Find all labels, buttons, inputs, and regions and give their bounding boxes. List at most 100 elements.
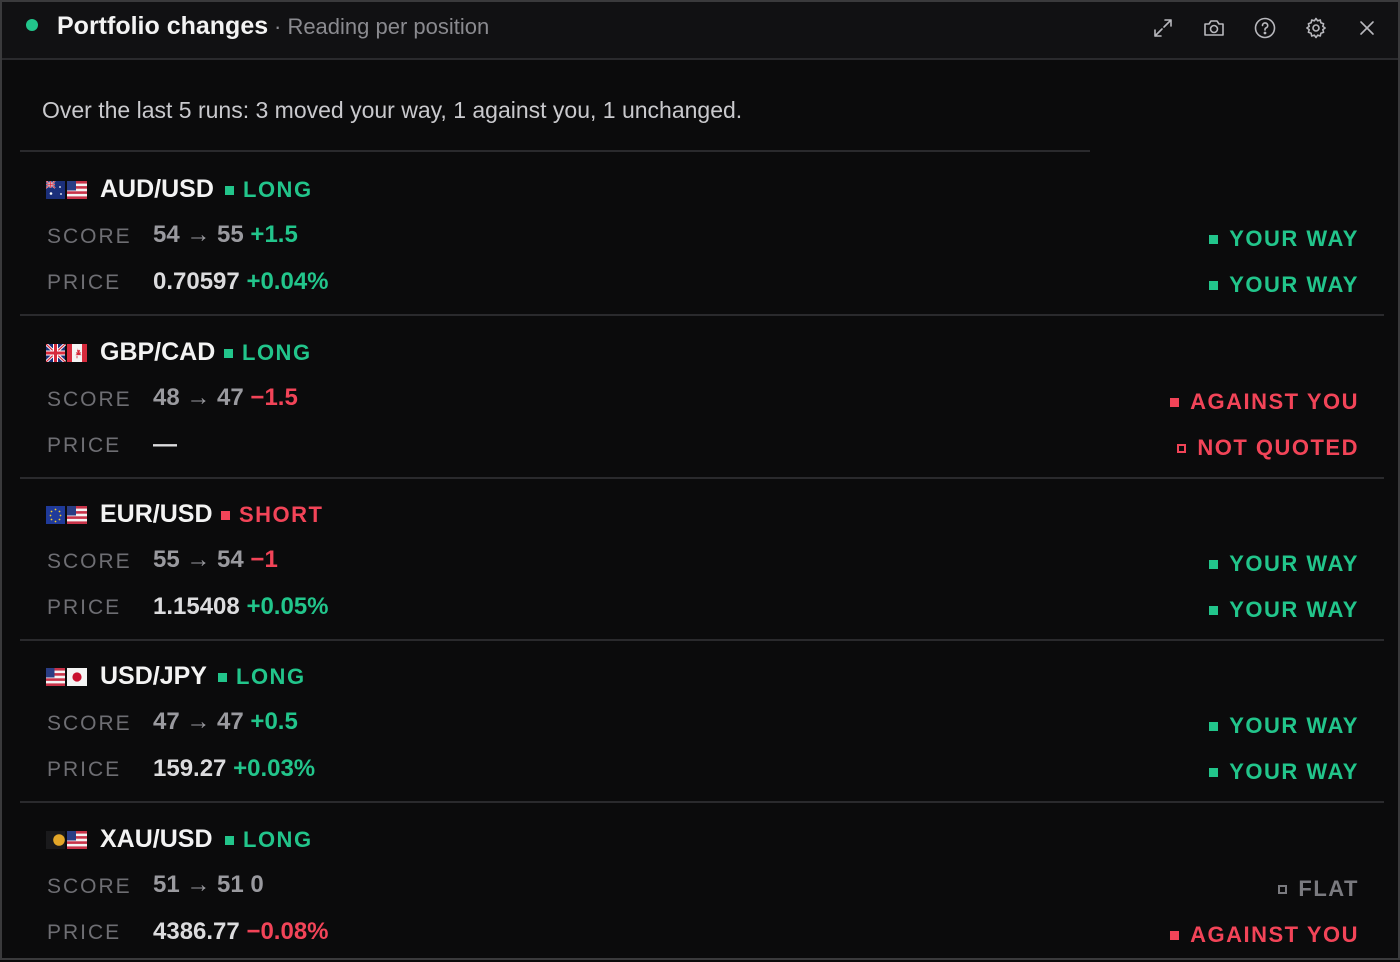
status-dot [26,19,38,31]
portfolio-changes-window: Portfolio changes · Reading per position… [0,0,1400,960]
position-card-eur-usd: EUR/USD SHORT SCORE 55 → 54 −1 PRICE 1.1… [20,479,1384,641]
pair-name: AUD/USD [100,175,214,203]
title-bar: Portfolio changes · Reading per position [2,2,1398,60]
verdict-square-icon [1170,397,1180,407]
score-label: SCORE [47,712,132,735]
verdict-label: YOUR WAY [1229,713,1359,738]
flag-xau-us-icon [46,831,87,849]
price-change: −0.08% [246,918,329,945]
price-verdict: YOUR WAY [1209,269,1359,301]
arrow-right-icon: → [186,871,211,898]
price-change: +0.04% [246,268,329,295]
position-card-aud-usd: AUD/USD LONG SCORE 54 → 55 +1.5 PRICE 0.… [20,154,1384,316]
score-delta: +0.5 [250,708,298,735]
verdict-square-icon [1209,559,1219,569]
flag-au-us-icon [46,181,87,199]
divider [20,314,1384,316]
direction-badge: LONG [218,661,306,693]
price-label: PRICE [47,271,122,294]
divider [20,150,1090,152]
direction-square-icon [218,672,227,682]
score-delta: −1.5 [250,384,298,411]
pair-name: USD/JPY [100,662,207,690]
verdict-square-icon [1170,930,1180,940]
score-verdict: YOUR WAY [1209,223,1359,255]
position-card-gbp-cad: GBP/CAD LONG SCORE 48 → 47 −1.5 PRICE — … [20,317,1384,479]
score-to: 47 [217,708,244,735]
verdict-label: YOUR WAY [1229,597,1359,622]
score-to: 47 [217,384,244,411]
score-delta: 0 [250,871,264,898]
direction-badge: SHORT [221,499,324,531]
price-number: 1.15408 [153,593,240,620]
score-from: 54 [153,221,180,248]
score-delta: −1 [250,546,278,573]
pair-name: GBP/CAD [100,338,216,366]
arrow-right-icon: → [186,384,211,411]
verdict-square-icon [1209,280,1219,290]
direction-label: LONG [242,340,312,365]
direction-badge: LONG [225,174,313,206]
direction-label: SHORT [239,502,324,527]
verdict-square-icon [1209,767,1219,777]
help-icon[interactable] [1249,12,1281,44]
price-label: PRICE [47,758,122,781]
price-change: +0.05% [246,593,329,620]
flag-gb-ca-icon [46,344,87,362]
score-value: 55 → 54 −1 [153,544,278,576]
price-number: — [153,431,177,458]
price-value: 4386.77 −0.08% [153,916,329,948]
price-verdict: YOUR WAY [1209,594,1359,626]
pair-name: XAU/USD [100,825,213,853]
close-icon[interactable] [1351,12,1383,44]
expand-icon[interactable] [1147,12,1179,44]
verdict-square-icon [1209,721,1219,731]
price-label: PRICE [47,921,122,944]
score-value: 51 → 51 0 [153,869,264,901]
price-number: 0.70597 [153,268,240,295]
direction-square-icon [224,348,233,358]
price-number: 4386.77 [153,918,240,945]
verdict-square-icon [1209,605,1219,615]
direction-square-icon [225,185,234,195]
arrow-right-icon: → [186,546,211,573]
verdict-square-icon [1209,234,1219,244]
flag-eu-us-icon [46,506,87,524]
verdict-label: YOUR WAY [1229,759,1359,784]
direction-badge: LONG [224,337,312,369]
score-value: 48 → 47 −1.5 [153,382,298,414]
score-value: 54 → 55 +1.5 [153,219,298,251]
price-value: 159.27 +0.03% [153,753,315,785]
score-label: SCORE [47,388,132,411]
direction-label: LONG [236,664,306,689]
arrow-right-icon: → [186,221,211,248]
price-label: PRICE [47,596,122,619]
score-to: 54 [217,546,244,573]
direction-square-icon [221,510,230,520]
price-verdict: YOUR WAY [1209,756,1359,788]
score-from: 48 [153,384,180,411]
score-verdict: AGAINST YOU [1170,386,1359,418]
price-verdict: AGAINST YOU [1170,919,1359,951]
verdict-label: YOUR WAY [1229,551,1359,576]
score-verdict: YOUR WAY [1209,710,1359,742]
position-card-usd-jpy: USD/JPY LONG SCORE 47 → 47 +0.5 PRICE 15… [20,641,1384,803]
arrow-right-icon: → [186,708,211,735]
camera-icon[interactable] [1198,12,1230,44]
verdict-label: NOT QUOTED [1197,435,1359,460]
score-to: 51 [217,871,244,898]
verdict-hollow-square-icon [1278,884,1288,894]
score-label: SCORE [47,225,132,248]
price-value: 0.70597 +0.04% [153,266,329,298]
window-subtitle: · Reading per position [274,14,490,39]
verdict-label: AGAINST YOU [1190,389,1359,414]
verdict-hollow-square-icon [1177,443,1187,453]
score-delta: +1.5 [250,221,298,248]
direction-badge: LONG [225,824,313,856]
pair-name: EUR/USD [100,500,213,528]
direction-square-icon [225,835,234,845]
price-value: — [153,429,177,461]
score-value: 47 → 47 +0.5 [153,706,298,738]
settings-icon[interactable] [1300,12,1332,44]
score-label: SCORE [47,550,132,573]
